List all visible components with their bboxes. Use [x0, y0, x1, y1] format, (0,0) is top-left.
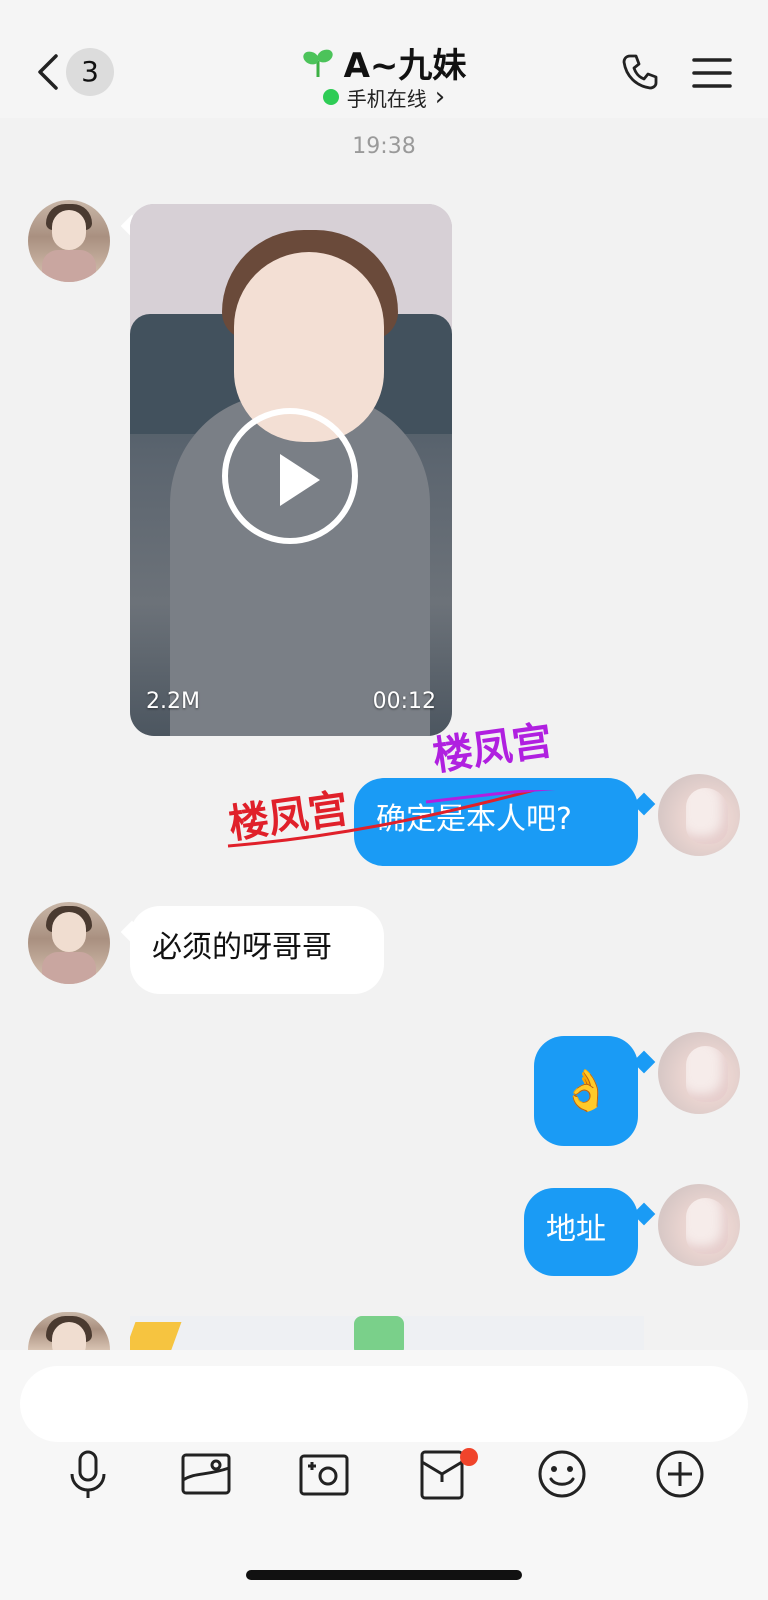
- contact-avatar[interactable]: [28, 902, 110, 984]
- video-duration: 00:12: [372, 689, 436, 714]
- play-button-icon[interactable]: [222, 408, 358, 544]
- emoji-icon[interactable]: [534, 1446, 590, 1502]
- contact-name: A~九妹: [343, 46, 467, 86]
- composer: [0, 1350, 768, 1600]
- message-bubble-out[interactable]: 地址: [524, 1188, 638, 1276]
- message-timestamp: 19:38: [352, 134, 416, 159]
- message-bubble-out[interactable]: 👌: [534, 1036, 638, 1146]
- online-dot-icon: [322, 89, 339, 105]
- sprout-icon: [302, 49, 333, 77]
- chevron-right-icon: ›: [434, 82, 446, 112]
- image-icon[interactable]: [178, 1446, 234, 1502]
- map-message[interactable]: [130, 1316, 644, 1350]
- add-icon[interactable]: [652, 1446, 708, 1502]
- camera-icon[interactable]: [296, 1446, 352, 1502]
- chat-header: 3 A~九妹 手机在线 ›: [0, 0, 768, 118]
- contact-avatar[interactable]: [28, 1312, 110, 1350]
- message-bubble-in[interactable]: 必须的呀哥哥: [130, 906, 384, 994]
- contact-avatar[interactable]: [28, 200, 110, 282]
- notification-dot: [460, 1448, 478, 1466]
- status-text: 手机在线: [346, 86, 427, 111]
- phone-call-icon[interactable]: [620, 52, 660, 92]
- my-avatar[interactable]: [658, 1032, 740, 1114]
- menu-icon[interactable]: [692, 56, 732, 90]
- my-avatar[interactable]: [658, 774, 740, 856]
- video-message[interactable]: 2.2M 00:12: [130, 204, 452, 736]
- home-indicator[interactable]: [246, 1570, 522, 1580]
- message-input[interactable]: [20, 1366, 748, 1442]
- video-size: 2.2M: [146, 689, 200, 714]
- my-avatar[interactable]: [658, 1184, 740, 1266]
- microphone-icon[interactable]: [60, 1446, 116, 1502]
